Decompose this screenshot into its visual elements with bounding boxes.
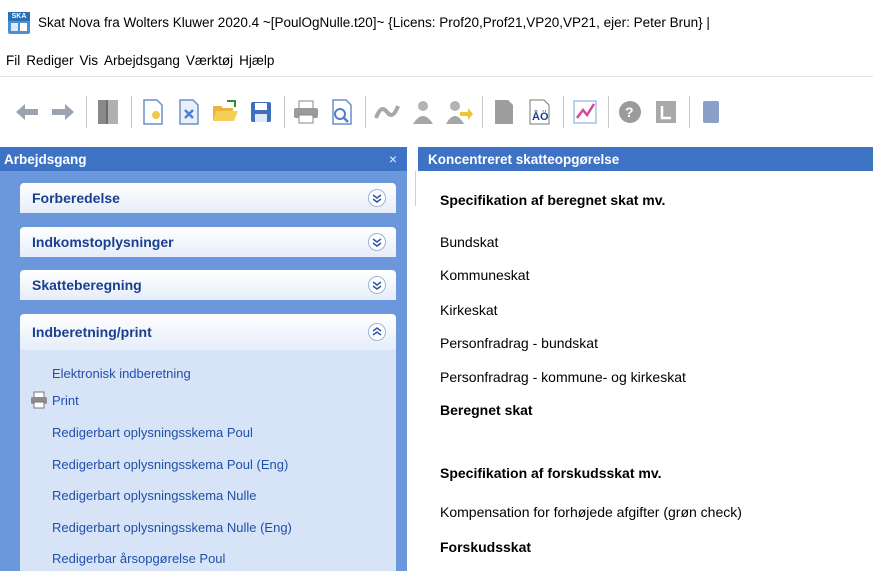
task-oplysningsskema-nulle[interactable]: Redigerbart oplysningsskema Nulle [52, 485, 257, 505]
menu-hjaelp[interactable]: Hjælp [239, 53, 278, 68]
document-icon[interactable] [489, 97, 519, 127]
svg-text:?: ? [625, 104, 634, 120]
group-skatteberegning[interactable]: Skatteberegning [20, 270, 396, 300]
tax-summary-pane: Koncentreret skatteopgørelse Specifikati… [418, 147, 873, 571]
group-label: Indberetning/print [32, 324, 152, 340]
chevron-down-icon[interactable] [368, 233, 386, 251]
group-forberedelse[interactable]: Forberedelse [20, 183, 396, 213]
app-logo-text: SKA [8, 11, 30, 21]
back-arrow-icon[interactable] [12, 97, 42, 127]
person-transfer-icon[interactable] [444, 97, 474, 127]
toolbar: ÅÖ ? [0, 77, 873, 147]
section-heading-beregnet-skat: Specifikation af beregnet skat mv. [440, 192, 666, 208]
row-personfradrag-kommune-kirkeskat: Personfradrag - kommune- og kirkeskat [440, 369, 686, 385]
task-label: Elektronisk indberetning [52, 365, 191, 381]
calculator-icon[interactable] [696, 97, 726, 127]
group-label: Skatteberegning [32, 277, 142, 293]
menu-vis[interactable]: Vis [80, 53, 103, 68]
open-folder-icon[interactable] [210, 97, 240, 127]
row-forskudsskat-total: Forskudsskat [440, 539, 532, 555]
row-bundskat: Bundskat [440, 234, 499, 250]
pane-splitter[interactable] [407, 147, 418, 571]
menu-fil[interactable]: Fil [6, 53, 24, 68]
close-icon[interactable]: × [389, 151, 397, 167]
group-label: Indkomstoplysninger [32, 234, 174, 250]
task-oplysningsskema-nulle-eng[interactable]: Redigerbart oplysningsskema Nulle (Eng) [52, 517, 292, 537]
printer-icon [30, 391, 48, 409]
tax-summary-header: Koncentreret skatteopgørelse [418, 147, 873, 171]
task-label: Redigerbart oplysningsskema Nulle [52, 487, 257, 503]
menu-rediger[interactable]: Rediger [26, 53, 77, 68]
chevron-down-icon[interactable] [368, 276, 386, 294]
spellcheck-icon[interactable]: ÅÖ [525, 97, 555, 127]
menu-vaerktoej[interactable]: Værktøj [186, 53, 237, 68]
workflow-pane-title: Arbejdsgang [4, 151, 87, 167]
link-icon[interactable] [372, 97, 402, 127]
task-label: Redigerbart oplysningsskema Poul [52, 424, 253, 440]
task-label: Redigerbart oplysningsskema Nulle (Eng) [52, 519, 292, 535]
title-bar: SKA Skat Nova fra Wolters Kluwer 2020.4 … [0, 0, 873, 45]
close-document-icon[interactable] [174, 97, 204, 127]
task-label: Redigerbar årsopgørelse Poul [52, 550, 226, 566]
section-heading-forskudsskat: Specifikation af forskudsskat mv. [440, 465, 662, 481]
group-label: Forberedelse [32, 190, 120, 206]
window-title: Skat Nova fra Wolters Kluwer 2020.4 ~[Po… [38, 15, 710, 30]
chevron-up-icon[interactable] [368, 323, 386, 341]
task-oplysningsskema-poul[interactable]: Redigerbart oplysningsskema Poul [52, 422, 253, 442]
app-logo-icon: SKA [8, 11, 30, 34]
task-elektronisk-indberetning[interactable]: Elektronisk indberetning [52, 363, 191, 383]
group-indkomstoplysninger[interactable]: Indkomstoplysninger [20, 227, 396, 257]
preview-icon[interactable] [327, 97, 357, 127]
task-label: Redigerbart oplysningsskema Poul (Eng) [52, 456, 289, 472]
help-icon[interactable]: ? [615, 97, 645, 127]
chart-check-icon[interactable] [570, 97, 600, 127]
group-indberetning-print-body: Elektronisk indberetning Print Redigerba… [20, 350, 396, 571]
new-document-icon[interactable] [138, 97, 168, 127]
task-oplysningsskema-poul-eng[interactable]: Redigerbart oplysningsskema Poul (Eng) [52, 454, 288, 474]
workflow-pane-header: Arbejdsgang × [0, 147, 407, 171]
chevron-down-icon[interactable] [368, 189, 386, 207]
menu-arbejdsgang[interactable]: Arbejdsgang [104, 53, 184, 68]
menu-bar: Fil Rediger Vis Arbejdsgang Værktøj Hjæl… [0, 45, 873, 77]
forward-arrow-icon[interactable] [48, 97, 78, 127]
group-indberetning-print[interactable]: Indberetning/print [20, 314, 396, 350]
task-label: Print [52, 392, 79, 408]
task-aarsopgoerelse-poul[interactable]: Redigerbar årsopgørelse Poul [52, 548, 225, 568]
print-icon[interactable] [291, 97, 321, 127]
svg-text:ÅÖ: ÅÖ [532, 110, 549, 123]
tax-summary-title: Koncentreret skatteopgørelse [428, 151, 620, 167]
row-beregnet-skat-total: Beregnet skat [440, 402, 533, 418]
splitter-handle[interactable] [415, 171, 416, 206]
row-personfradrag-bundskat: Personfradrag - bundskat [440, 335, 598, 351]
row-kompensation-groen-check: Kompensation for forhøjede afgifter (grø… [440, 504, 742, 520]
person-icon[interactable] [408, 97, 438, 127]
row-kommuneskat: Kommuneskat [440, 267, 530, 283]
save-icon[interactable] [246, 97, 276, 127]
exit-icon[interactable] [651, 97, 681, 127]
book-icon[interactable] [93, 97, 123, 127]
row-kirkeskat: Kirkeskat [440, 302, 498, 318]
task-print[interactable]: Print [31, 390, 79, 410]
